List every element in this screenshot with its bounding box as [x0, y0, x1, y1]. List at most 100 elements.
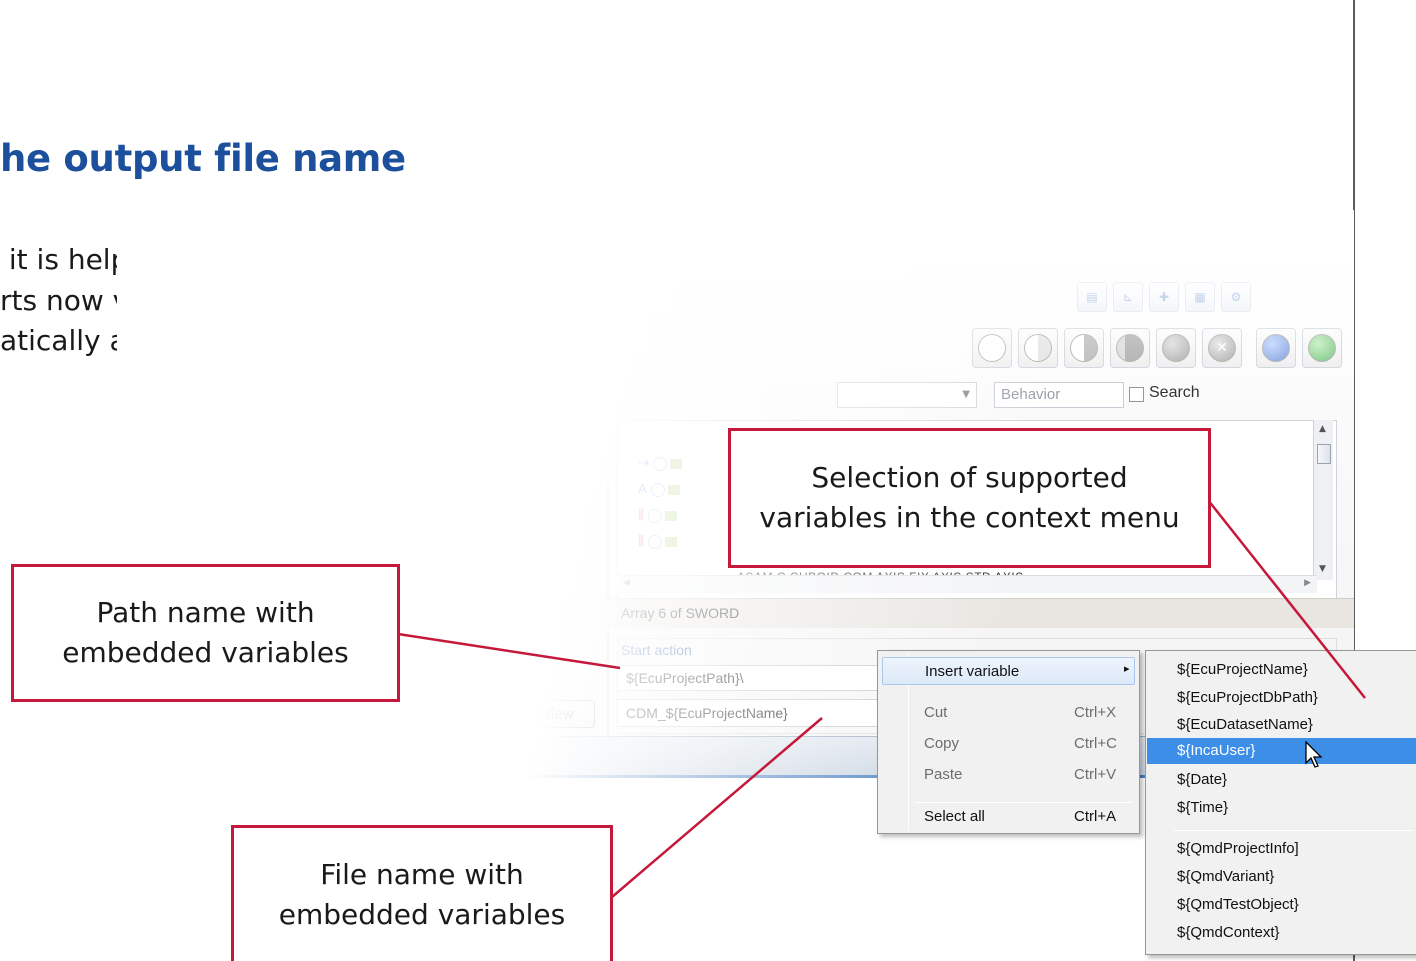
list-item-type-icon: ⫼ — [638, 533, 644, 548]
variable-item-inca-user[interactable]: ${IncaUser} — [1147, 738, 1416, 764]
chevron-down-icon: ▼ — [570, 507, 577, 517]
menu-item-shortcut: Ctrl+X — [1074, 704, 1117, 721]
scroll-left-icon[interactable]: ◀ — [623, 578, 630, 588]
status-bar: Array 6 of SWORD — [607, 598, 1354, 628]
menu-item-shortcut: Ctrl+V — [1074, 766, 1117, 783]
menu-item-shortcut: Ctrl+C — [1074, 735, 1117, 752]
variable-item-label: ${QmdTestObject} — [1177, 896, 1299, 913]
menu-item-shortcut: Ctrl+A — [1074, 808, 1117, 825]
list-item[interactable]: ⇢ — [638, 455, 682, 471]
menu-item-label: Cut — [924, 704, 948, 721]
settings-icon[interactable]: ⚙ — [1221, 282, 1251, 312]
list-item-status-icon — [652, 456, 667, 471]
variable-item-ecu-project-db-path[interactable]: ${EcuProjectDbPath} — [1147, 685, 1416, 711]
search-checkbox-label: Search — [1149, 384, 1200, 401]
variable-item-qmd-variant[interactable]: ${QmdVariant} — [1147, 864, 1416, 890]
callout-file-name: File name with embedded variables — [231, 825, 613, 961]
list-item-status-icon — [647, 534, 662, 549]
menu-item-paste[interactable]: Paste Ctrl+V — [882, 761, 1135, 789]
list-horizontal-scrollbar[interactable]: ◀ ▶ — [617, 575, 1317, 593]
list-item-bar-icon — [664, 510, 677, 521]
variable-item-qmd-test-object[interactable]: ${QmdTestObject} — [1147, 892, 1416, 918]
callout-path-line-1: Path name with — [96, 596, 315, 629]
list-item[interactable]: ⫼ — [638, 507, 677, 523]
left-option-3[interactable]: variables — [399, 683, 459, 700]
state-empty-icon[interactable] — [972, 328, 1012, 368]
callout-file-line-2: embedded variables — [278, 898, 566, 931]
list-item[interactable]: ⫼ — [638, 533, 677, 549]
left-combo-value: ns V161 — [404, 529, 456, 545]
output-file-input[interactable]: CDM_${EcuProjectName} — [617, 699, 917, 727]
callout-supported-line-1: Selection of supported — [811, 461, 1128, 494]
behavior-search-input[interactable]: Behavior — [994, 382, 1124, 408]
slide-title: he output file name — [0, 137, 406, 180]
view-button[interactable]: View — [520, 700, 595, 728]
chevron-down-icon: ▼ — [962, 389, 970, 400]
context-menu: Insert variable ▸ Cut Ctrl+X Copy Ctrl+C… — [877, 650, 1140, 834]
scroll-down-icon[interactable]: ▼ — [1319, 564, 1326, 574]
menu-separator — [1174, 830, 1414, 831]
scroll-up-icon[interactable]: ▲ — [1319, 424, 1326, 434]
list-item-status-icon — [650, 482, 665, 497]
binary-icon[interactable]: ▦ — [1185, 282, 1215, 312]
callout-path-name: Path name with embedded variables — [11, 564, 400, 702]
variable-item-qmd-context[interactable]: ${QmdContext} — [1147, 920, 1416, 946]
menu-item-insert-variable[interactable]: Insert variable ▸ — [882, 657, 1135, 685]
state-half-icon[interactable] — [1064, 328, 1104, 368]
filter-combo[interactable]: ▼ — [837, 382, 977, 408]
variable-item-ecu-dataset-name[interactable]: ${EcuDatasetName} — [1147, 712, 1416, 738]
menu-item-label: Insert variable — [925, 663, 1020, 680]
left-combo[interactable]: ns V161 ▼ ▶ — [397, 498, 587, 564]
variable-item-label: ${EcuProjectDbPath} — [1177, 689, 1318, 706]
variable-item-date[interactable]: ${Date} — [1147, 767, 1416, 793]
callout-supported-variables: Selection of supported variables in the … — [728, 428, 1211, 568]
table-icon[interactable]: ▤ — [1077, 282, 1107, 312]
variable-item-qmd-project-info[interactable]: ${QmdProjectInfo] — [1147, 836, 1416, 862]
output-path-input[interactable]: ${EcuProjectPath}\ — [617, 665, 917, 691]
toolbar-row-2: ✕ — [972, 328, 1342, 368]
curve-icon[interactable]: ⊾ — [1113, 282, 1143, 312]
list-item[interactable]: A — [638, 481, 680, 497]
list-item-bar-icon — [669, 458, 682, 469]
variables-submenu: ${EcuProjectName} ${EcuProjectDbPath} ${… — [1145, 650, 1416, 955]
state-blue-icon[interactable] — [1256, 328, 1296, 368]
scrollbar-thumb[interactable] — [1317, 444, 1331, 464]
add-icon[interactable]: ✚ — [1149, 282, 1179, 312]
variable-item-label: ${Time} — [1177, 799, 1229, 816]
menu-item-copy[interactable]: Copy Ctrl+C — [882, 730, 1135, 758]
state-quarter-icon[interactable] — [1018, 328, 1058, 368]
state-full-icon[interactable] — [1156, 328, 1196, 368]
callout-file-line-1: File name with — [320, 858, 524, 891]
toolbar-row-1: ▤ ⊾ ✚ ▦ ⚙ — [1077, 282, 1251, 312]
mouse-cursor-icon — [1305, 741, 1323, 768]
variable-item-label: ${IncaUser} — [1177, 742, 1256, 759]
variable-item-ecu-project-name[interactable]: ${EcuProjectName} — [1147, 657, 1416, 683]
menu-item-label: Copy — [924, 735, 960, 752]
variable-item-label: ${EcuDatasetName} — [1177, 716, 1313, 733]
variable-item-label: ${QmdVariant} — [1177, 868, 1275, 885]
callout-supported-line-2: variables in the context menu — [759, 501, 1180, 534]
list-item-type-icon: ⫼ — [638, 507, 644, 522]
menu-item-cut[interactable]: Cut Ctrl+X — [882, 699, 1135, 727]
state-green-icon[interactable] — [1302, 328, 1342, 368]
menu-item-label: Paste — [924, 766, 963, 783]
list-item-status-icon — [647, 508, 662, 523]
list-scrollbar[interactable]: ▲ ▼ — [1313, 420, 1333, 580]
menu-item-select-all[interactable]: Select all Ctrl+A — [882, 803, 1135, 831]
variable-item-label: ${QmdContext} — [1177, 924, 1280, 941]
variable-item-label: ${QmdProjectInfo] — [1177, 840, 1299, 857]
state-three-quarter-icon[interactable] — [1110, 328, 1150, 368]
list-item-bar-icon — [667, 484, 680, 495]
scroll-right-icon[interactable]: ▶ — [1304, 578, 1311, 588]
state-cross-icon[interactable]: ✕ — [1202, 328, 1242, 368]
callout-path-line-2: embedded variables — [62, 636, 349, 669]
variable-item-time[interactable]: ${Time} — [1147, 795, 1416, 821]
start-action-label: Start action — [621, 642, 692, 658]
search-checkbox[interactable] — [1129, 387, 1144, 402]
variable-item-label: ${Date} — [1177, 771, 1228, 788]
left-option-1[interactable]: t variables — [399, 621, 467, 638]
left-option-2[interactable]: iables — [399, 652, 438, 669]
variable-item-label: ${EcuProjectName} — [1177, 661, 1308, 678]
chevron-right-icon: ▶ — [556, 549, 563, 559]
list-item-type-icon: A — [638, 481, 647, 496]
